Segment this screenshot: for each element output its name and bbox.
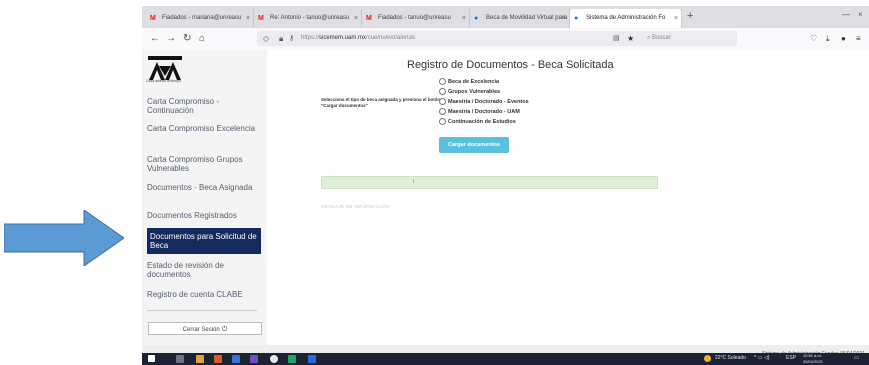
close-tab-icon[interactable]: ×	[462, 9, 466, 28]
pointer-arrow-icon	[4, 210, 124, 266]
close-window-icon[interactable]: ×	[858, 10, 863, 19]
radio-button[interactable]	[439, 88, 446, 95]
close-tab-icon[interactable]: ×	[562, 9, 566, 28]
close-tab-icon[interactable]: ×	[246, 9, 250, 28]
browser-window: M Fiadados - mariana@unreasu × M Re: Ant…	[142, 6, 869, 365]
divider	[147, 310, 257, 311]
minimize-icon[interactable]: —	[842, 10, 850, 19]
browser-tab[interactable]: M Fiadados - tanuo@unreasu ×	[362, 9, 470, 28]
menu-icon[interactable]: ≡	[856, 34, 861, 43]
clock-date[interactable]: 05/04/2021	[803, 359, 823, 364]
faint-info-text: MENSAJE DE INFORMACIÓN	[321, 204, 390, 209]
radio-button[interactable]	[439, 78, 446, 85]
windows-start-icon[interactable]	[148, 355, 155, 362]
browser-tab-active[interactable]: ● Sistema de Administración Fo ×	[570, 9, 682, 28]
uam-logo-icon	[148, 56, 182, 80]
shield-icon: ◇	[263, 34, 270, 43]
url-path: /cue/nuevo/alertas	[366, 35, 416, 41]
close-tab-icon[interactable]: ×	[674, 9, 678, 28]
web-page: Casa abierta al tiempo Carta Compromiso …	[142, 50, 869, 365]
navigation-toolbar: ← → ↻ ⌂ ◇ 🔒︎ ⚷ https://sicemem.uam.mx/cu…	[142, 28, 869, 51]
task-view-icon[interactable]	[176, 355, 184, 363]
gmail-icon: M	[258, 15, 264, 22]
forward-icon[interactable]: →	[166, 33, 176, 45]
sidebar-item-carta-grupos-vulnerables[interactable]: Carta Compromiso Grupos Vulnerables	[147, 155, 261, 173]
site-icon: ●	[474, 15, 479, 22]
file-explorer-icon[interactable]	[196, 355, 204, 363]
sidebar-item-documentos-solicitud-beca[interactable]: Documentos para Solicitud de Beca	[147, 228, 261, 254]
sidebar: Casa abierta al tiempo Carta Compromiso …	[142, 50, 267, 345]
instruction-text: Selecciona el tipo de beca asignada y pr…	[321, 97, 441, 108]
logout-button[interactable]: Cerrar Sesión ⏻	[148, 322, 262, 335]
sidebar-item-estado-revision[interactable]: Estado de revisión de documentos	[147, 261, 261, 279]
tab-bar: M Fiadados - mariana@unreasu × M Re: Ant…	[142, 6, 869, 28]
chrome-icon[interactable]	[270, 355, 278, 363]
bookmark-star-icon[interactable]: ★	[627, 31, 634, 46]
downloads-icon[interactable]: ⤓	[826, 34, 830, 44]
url-host: sicemem.uam.mx	[319, 35, 367, 41]
browser-tab[interactable]: M Re: Antonio - tanuo@unreasu ×	[254, 9, 362, 28]
radio-option-maestria-uam[interactable]: Maestría / Doctorado - UAM	[439, 108, 520, 115]
firefox-icon[interactable]	[214, 355, 222, 363]
browser-tab[interactable]: M Fiadados - mariana@unreasu ×	[146, 9, 254, 28]
permissions-icon: ⚷	[289, 35, 295, 42]
status-alert: I	[321, 176, 658, 189]
sidebar-item-carta-continuacion[interactable]: Carta Compromiso - Continuación	[147, 97, 261, 115]
home-icon[interactable]: ⌂	[199, 33, 205, 45]
radio-button[interactable]	[439, 108, 446, 115]
sidebar-item-documentos-beca-asignada[interactable]: Documentos - Beca Asignada	[147, 183, 261, 192]
radio-option-continuacion[interactable]: Continuación de Estudios	[439, 118, 516, 125]
search-field[interactable]: ⌕ Buscar	[647, 31, 671, 46]
tray-icons[interactable]: ^ ▭ ◁)	[754, 355, 769, 361]
radio-option-excelencia[interactable]: Beca de Excelencia	[439, 78, 499, 85]
logout-icon: ⏻	[221, 326, 228, 333]
sidebar-item-carta-excelencia[interactable]: Carta Compromiso Excelencia	[147, 124, 261, 133]
lock-icon: 🔒︎	[279, 34, 284, 43]
mail-icon[interactable]	[232, 355, 240, 363]
back-icon[interactable]: ←	[150, 33, 160, 45]
url-prefix: https://	[301, 35, 320, 41]
reload-icon[interactable]: ↻	[183, 33, 191, 45]
address-bar[interactable]: ◇ 🔒︎ ⚷ https://sicemem.uam.mx/cue/nuevo/…	[257, 31, 737, 46]
word-icon[interactable]	[308, 355, 316, 363]
page-title: Registro de Documentos - Beca Solicitada	[407, 59, 614, 71]
os-taskbar: 22°C Soleado ^ ▭ ◁) ESP 10:51 a.m. 05/04…	[142, 353, 869, 365]
radio-button[interactable]	[439, 98, 446, 105]
upload-documents-button[interactable]: Cargar documentos	[439, 137, 509, 153]
gmail-icon: M	[150, 15, 156, 22]
language-indicator[interactable]: ESP	[786, 355, 796, 361]
sidebar-item-registro-clabe[interactable]: Registro de cuenta CLABE	[147, 290, 261, 299]
pocket-icon[interactable]: ♡	[810, 34, 817, 43]
browser-tab[interactable]: ● Beca de Movilidad Virtual para ×	[470, 9, 570, 28]
teams-icon[interactable]	[250, 355, 258, 363]
clock-time[interactable]: 10:51 a.m.	[803, 353, 822, 358]
radio-option-maestria-eventos[interactable]: Maestría / Doctorado - Eventos	[439, 98, 529, 105]
gmail-icon: M	[366, 15, 372, 22]
new-tab-button[interactable]: +	[687, 10, 693, 22]
alert-text: I	[413, 179, 415, 185]
weather-icon	[704, 355, 711, 362]
radio-option-grupos-vulnerables[interactable]: Grupos Vulnerables	[439, 88, 500, 95]
account-icon[interactable]: ●	[841, 34, 846, 43]
logo-caption: Casa abierta al tiempo	[146, 79, 182, 83]
site-icon: ●	[574, 15, 579, 22]
close-tab-icon[interactable]: ×	[354, 9, 358, 28]
sidebar-item-documentos-registrados[interactable]: Documentos Registrados	[147, 211, 261, 220]
radio-button[interactable]	[439, 118, 446, 125]
reader-view-icon[interactable]: ▤	[613, 31, 620, 46]
excel-icon[interactable]	[288, 355, 296, 363]
notifications-icon[interactable]: ▭	[854, 355, 859, 361]
weather-text[interactable]: 22°C Soleado	[715, 355, 746, 361]
